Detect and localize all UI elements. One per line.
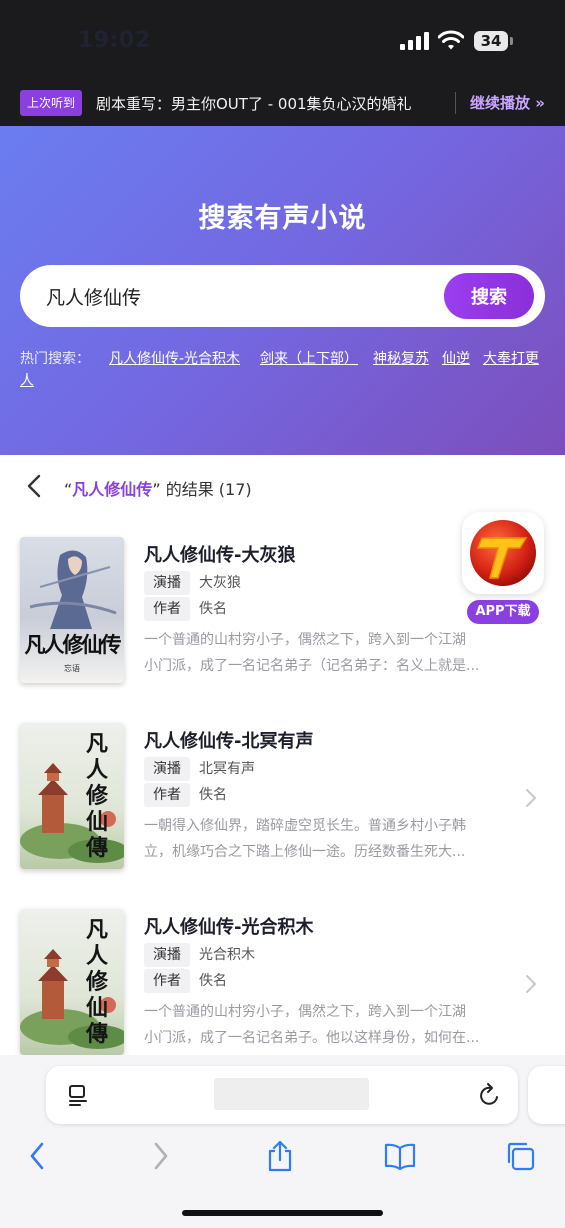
book-title[interactable]: 凡人修仙传-大灰狼	[144, 541, 295, 567]
hot-search-label: 热门搜索：	[20, 351, 90, 367]
book-item[interactable]: 凡人修仙傳 凡人修仙传-光合积木 演播 光合积木 作者 佚名 一个普通的山村穷小…	[0, 889, 565, 1076]
desc-line: 立，机缘巧合之下踏上修仙一途。历经数番生死大...	[144, 844, 466, 860]
share-icon[interactable]	[264, 1140, 296, 1172]
book-title[interactable]: 凡人修仙传-北冥有声	[144, 727, 313, 753]
hot-search-link-wrap[interactable]: 人	[20, 370, 34, 390]
status-time: 19:02	[78, 28, 151, 53]
narrator-name: 光合积木	[199, 947, 255, 963]
browser-back-icon[interactable]	[22, 1140, 54, 1172]
author-name: 佚名	[199, 601, 227, 617]
search-button[interactable]: 搜索	[444, 273, 534, 319]
hero-title: 搜索有声小说	[198, 203, 367, 234]
book-description: 一个普通的山村穷小子，偶然之下，跨入到一个江湖 小门派，成了一名记名弟子。他以这…	[144, 999, 504, 1051]
home-indicator	[182, 1210, 383, 1216]
chevron-right-icon	[526, 789, 536, 807]
app-download-button[interactable]: APP下载	[467, 600, 539, 624]
hot-search-link[interactable]: 仙逆	[442, 348, 470, 368]
author-tag: 作者	[144, 597, 190, 621]
book-cover: 凡人修仙传 忘语	[20, 537, 124, 683]
cover-author: 忘语	[64, 664, 80, 673]
reader-icon[interactable]	[66, 1083, 90, 1107]
author-tag: 作者	[144, 783, 190, 807]
narrator-tag: 演播	[144, 571, 190, 595]
author-name: 佚名	[199, 973, 227, 989]
cover-title: 凡人修仙传	[24, 632, 122, 657]
book-item[interactable]: 凡人修仙傳 凡人修仙传-北冥有声 演播 北冥有声 作者 佚名 一朝得入修仙界，踏…	[0, 703, 565, 890]
desc-line: 一个普通的山村穷小子，偶然之下，跨入到一个江湖	[144, 632, 466, 648]
banner-divider	[455, 92, 456, 114]
back-icon[interactable]	[26, 474, 42, 498]
battery-icon: 34	[474, 31, 508, 51]
cover-title: 凡人修仙傳	[86, 731, 109, 861]
battery-tip	[510, 37, 513, 45]
results-keyword: 凡人修仙传	[72, 480, 153, 499]
hot-search-link[interactable]: 剑来（上下部）	[260, 348, 358, 368]
tabs-icon[interactable]	[504, 1140, 536, 1172]
narrator-tag: 演播	[144, 757, 190, 781]
signal-icon	[400, 32, 430, 50]
author-tag: 作者	[144, 969, 190, 993]
desc-line: 小门派，成了一名记名弟子（记名弟子：名义上就是...	[144, 658, 480, 674]
wifi-icon	[438, 30, 464, 50]
recent-badge: 上次听到	[20, 90, 83, 116]
url-blurred[interactable]	[214, 1078, 369, 1110]
bookmarks-icon[interactable]	[384, 1140, 416, 1172]
desc-line: 小门派，成了一名记名弟子。他以这样身份，如何在...	[144, 1030, 480, 1046]
search-input[interactable]	[46, 281, 426, 311]
narrator-tag: 演播	[144, 943, 190, 967]
app-logo-icon[interactable]	[462, 512, 544, 594]
continue-play-button[interactable]: 继续播放 »	[470, 92, 545, 113]
browser-forward-icon[interactable]	[144, 1140, 176, 1172]
recent-title[interactable]: 剧本重写：男主你OUT了 - 001集负心汉的婚礼	[96, 93, 412, 114]
book-title[interactable]: 凡人修仙传-光合积木	[144, 913, 313, 939]
next-tab-preview[interactable]	[528, 1066, 565, 1124]
narrator-name: 大灰狼	[199, 575, 241, 591]
book-cover: 凡人修仙傳	[20, 723, 124, 869]
book-cover: 凡人修仙傳	[20, 909, 124, 1055]
desc-line: 一朝得入修仙界，踏碎虚空觅长生。普通乡村小子韩	[144, 818, 466, 834]
book-description: 一个普通的山村穷小子，偶然之下，跨入到一个江湖 小门派，成了一名记名弟子（记名弟…	[144, 627, 504, 679]
hot-search-link[interactable]: 神秘复苏	[373, 348, 429, 368]
chevron-right-icon	[526, 975, 536, 993]
results-count: ” 的结果 (17)	[152, 480, 252, 499]
reload-icon[interactable]	[478, 1082, 502, 1108]
desc-line: 一个普通的山村穷小子，偶然之下，跨入到一个江湖	[144, 1004, 466, 1020]
hot-search-link[interactable]: 大奉打更	[483, 348, 539, 368]
narrator-name: 北冥有声	[199, 761, 255, 777]
results-caption: “凡人修仙传” 的结果 (17)	[64, 476, 252, 500]
cover-title: 凡人修仙傳	[86, 917, 109, 1047]
book-description: 一朝得入修仙界，踏碎虚空觅长生。普通乡村小子韩 立，机缘巧合之下踏上修仙一途。历…	[144, 813, 504, 865]
hot-search-link[interactable]: 凡人修仙传-光合积木	[109, 348, 240, 368]
author-name: 佚名	[199, 787, 227, 803]
